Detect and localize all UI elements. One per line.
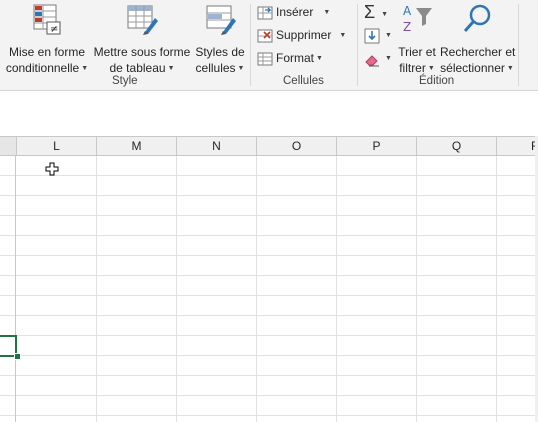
column-header-row: L M N O P Q R: [0, 136, 538, 156]
column-header-R[interactable]: R: [497, 137, 538, 155]
chevron-down-icon: ▼: [506, 64, 514, 72]
cell-styles-icon: [194, 2, 246, 40]
cell-area[interactable]: [0, 156, 538, 422]
gridline: [496, 156, 497, 422]
fill-handle[interactable]: [14, 353, 21, 360]
cell-styles-button[interactable]: Styles de cellules ▼: [194, 2, 246, 77]
sort-filter-icon: A Z: [396, 2, 438, 40]
cell-styles-label-2: cellules: [195, 61, 236, 75]
conditional-format-icon: ≠: [4, 2, 90, 40]
svg-text:≠: ≠: [50, 24, 58, 35]
column-header-O[interactable]: O: [257, 137, 337, 155]
sort-filter-label-2: filtrer: [399, 61, 426, 75]
chevron-down-icon: ▼: [385, 54, 392, 62]
column-header-L[interactable]: L: [17, 137, 97, 155]
column-header-P[interactable]: P: [337, 137, 417, 155]
group-separator: [518, 4, 519, 86]
svg-text:Z: Z: [403, 20, 411, 34]
delete-cells-label: Supprimer: [276, 28, 332, 42]
worksheet-grid[interactable]: L M N O P Q R: [0, 136, 538, 422]
chevron-down-icon: ▼: [316, 54, 323, 62]
clear-icon: [365, 55, 379, 67]
insert-cells-button[interactable]: Insérer ▼: [257, 2, 330, 22]
insert-cells-label: Insérer: [276, 5, 314, 19]
column-header-Q[interactable]: Q: [417, 137, 497, 155]
sort-filter-label-1: Trier et: [398, 45, 436, 59]
svg-text:A: A: [403, 4, 412, 18]
delete-cells-button[interactable]: Supprimer ▼: [257, 25, 346, 45]
group-separator: [250, 4, 251, 86]
table-format-icon: [92, 2, 192, 40]
chevron-down-icon: ▼: [427, 64, 435, 72]
gridline: [96, 156, 97, 422]
chevron-down-icon: ▼: [81, 64, 89, 72]
group-label-style: Style: [112, 75, 138, 87]
delete-cells-icon: [257, 29, 273, 43]
format-cells-button[interactable]: Format ▼: [257, 48, 323, 68]
find-select-label-2: sélectionner: [440, 61, 505, 75]
find-select-button[interactable]: Rechercher et sélectionner ▼: [440, 2, 516, 77]
select-all-corner[interactable]: [0, 137, 17, 155]
chevron-down-icon: ▼: [237, 64, 245, 72]
autosum-icon: Σ: [364, 2, 376, 22]
column-header-M[interactable]: M: [97, 137, 177, 155]
plus-cursor-icon: [45, 162, 59, 179]
chevron-down-icon: ▼: [381, 10, 389, 18]
insert-cells-icon: [257, 6, 273, 20]
gridline: [416, 156, 417, 422]
fill-icon: [364, 28, 380, 44]
group-label-editing: Édition: [419, 75, 455, 87]
fill-button[interactable]: ▼: [364, 25, 392, 45]
find-select-label-1: Rechercher et: [440, 45, 516, 59]
column-header-N[interactable]: N: [177, 137, 257, 155]
ribbon: ≠ Mise en forme conditionnelle ▼ Mettre s…: [0, 0, 538, 91]
chevron-down-icon: ▼: [385, 31, 392, 39]
chevron-down-icon: ▼: [167, 64, 175, 72]
conditional-format-label-2: conditionnelle: [5, 61, 80, 75]
conditional-format-label-1: Mise en forme: [8, 45, 86, 59]
format-cells-icon: [257, 52, 273, 66]
group-label-cells: Cellules: [283, 75, 324, 87]
format-as-table-button[interactable]: Mettre sous forme de tableau ▼: [92, 2, 192, 77]
find-icon: [440, 2, 514, 40]
cell-styles-label-1: Styles de: [195, 45, 245, 59]
formula-bar-area: [0, 91, 538, 127]
format-cells-label: Format: [276, 51, 315, 65]
conditional-format-button[interactable]: ≠ Mise en forme conditionnelle ▼: [4, 2, 90, 77]
format-as-table-label-1: Mettre sous forme: [93, 45, 191, 59]
group-separator: [357, 4, 358, 86]
row-header-edge: [0, 156, 16, 422]
clear-button[interactable]: ▼: [364, 48, 392, 68]
autosum-button[interactable]: Σ ▼: [364, 2, 388, 22]
sort-filter-button[interactable]: A Z Trier et filtrer ▼: [396, 2, 438, 77]
chevron-down-icon: ▼: [323, 8, 331, 16]
gridline: [336, 156, 337, 422]
gridline: [176, 156, 177, 422]
gridline: [256, 156, 257, 422]
format-as-table-label-2: de tableau: [109, 61, 166, 75]
chevron-down-icon: ▼: [339, 31, 347, 39]
